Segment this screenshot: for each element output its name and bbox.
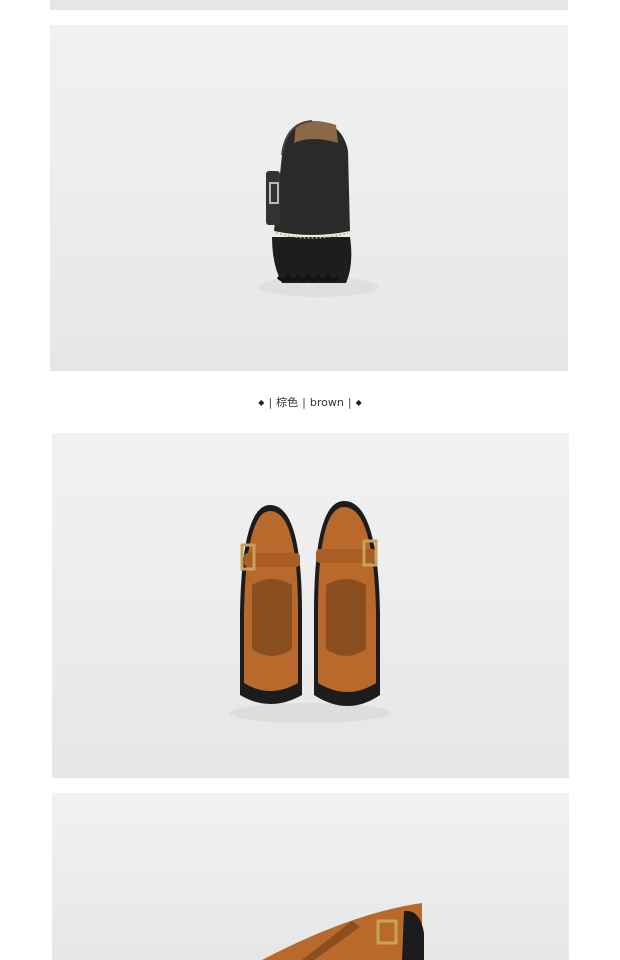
- color-name-en: brown: [309, 395, 344, 409]
- caption-separator: |: [347, 395, 352, 409]
- brown-shoe-side-image: [262, 903, 424, 960]
- caption-separator: |: [268, 395, 273, 409]
- photo-brown-shoe-side: [52, 793, 569, 960]
- black-shoe-image: [258, 120, 378, 297]
- brown-shoes-image: [230, 501, 390, 723]
- photo-strip-top: [50, 0, 568, 10]
- diamond-right-icon: ◆: [355, 397, 362, 407]
- color-caption: ◆ | 棕色 | brown | ◆: [0, 392, 620, 412]
- photo-brown-shoes-top: [52, 433, 569, 778]
- caption-separator: |: [302, 395, 306, 409]
- color-name-cn: 棕色: [276, 396, 299, 409]
- photo-black-shoe-back: [50, 25, 568, 371]
- diamond-left-icon: ◆: [258, 397, 265, 407]
